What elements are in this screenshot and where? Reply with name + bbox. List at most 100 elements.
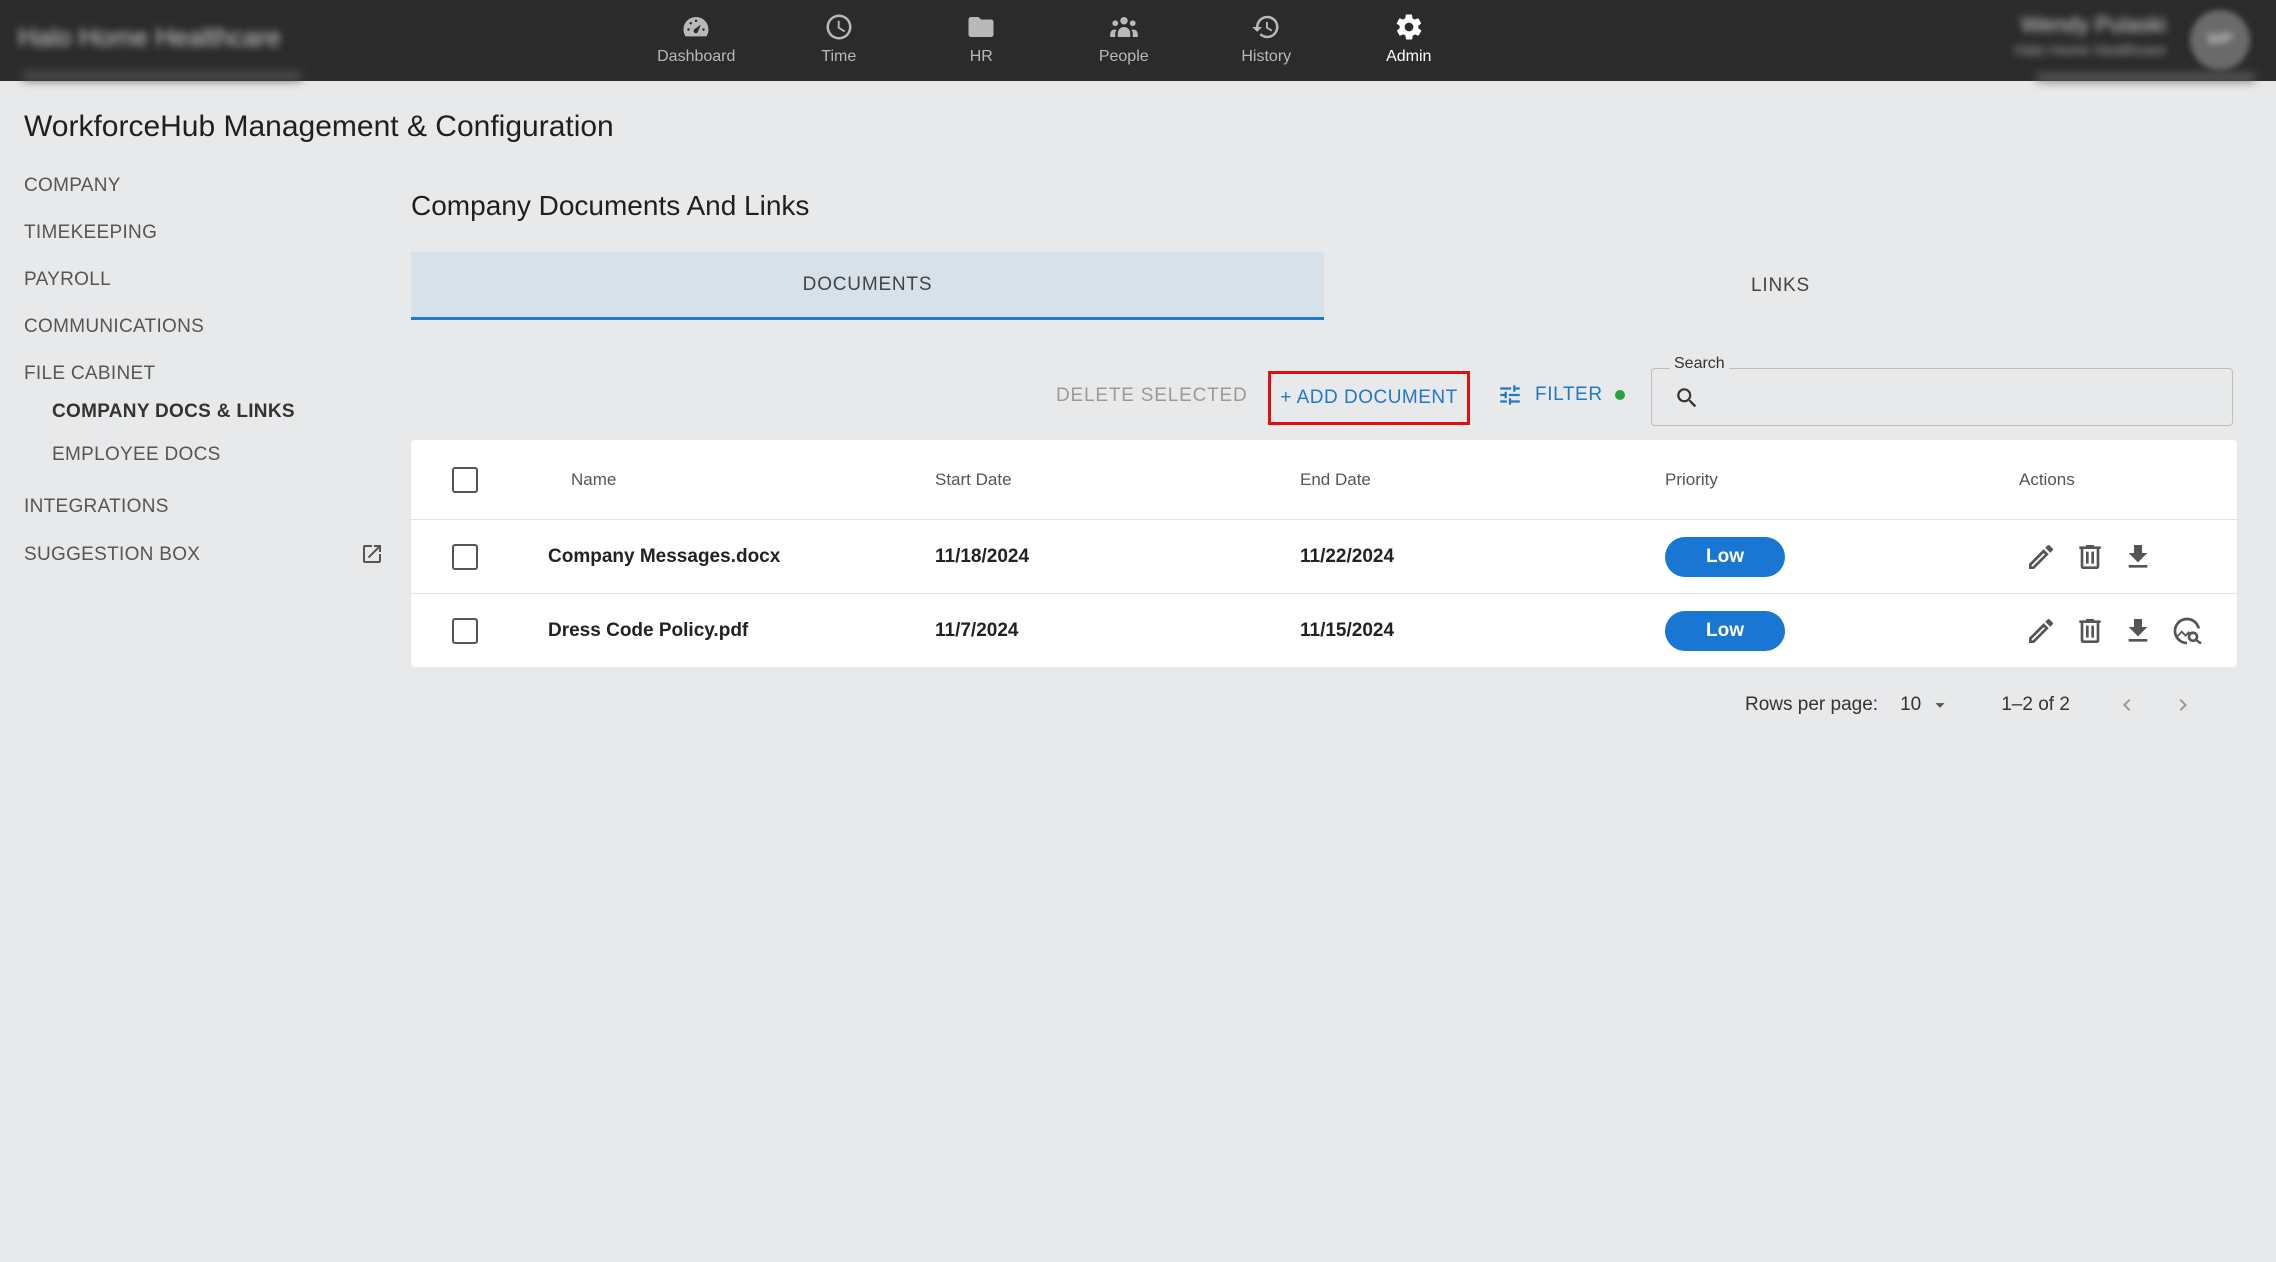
sidebar-item-label: COMMUNICATIONS bbox=[24, 316, 205, 337]
rows-per-page-select[interactable]: 10 bbox=[1900, 694, 1951, 716]
user-name: Wendy Pulaski bbox=[2020, 12, 2166, 37]
download-button[interactable] bbox=[2122, 541, 2154, 573]
nav-label: Time bbox=[821, 48, 857, 65]
sidebar-item-employee-docs[interactable]: EMPLOYEE DOCS bbox=[24, 444, 221, 466]
document-analytics-button[interactable] bbox=[2171, 615, 2203, 647]
sidebar-item-label: COMPANY bbox=[24, 175, 121, 196]
avatar[interactable]: WP bbox=[2190, 10, 2250, 70]
page-title: WorkforceHub Management & Configuration bbox=[24, 110, 614, 143]
search-input[interactable] bbox=[1712, 379, 2212, 415]
sidebar-item-label: EMPLOYEE DOCS bbox=[52, 444, 221, 465]
pagination: Rows per page: 10 1–2 of 2 bbox=[1745, 688, 2222, 722]
external-link-icon[interactable] bbox=[360, 542, 384, 566]
search-box bbox=[1651, 368, 2233, 426]
nav-history[interactable]: History bbox=[1195, 0, 1338, 81]
previous-page-button[interactable] bbox=[2110, 688, 2144, 722]
table-header-row: Name Start Date End Date Priority Action… bbox=[411, 440, 2237, 520]
column-header-start-date[interactable]: Start Date bbox=[935, 470, 1012, 490]
add-document-button[interactable]: + ADD DOCUMENT bbox=[1268, 371, 1470, 425]
nav-label: People bbox=[1098, 48, 1149, 65]
page-range: 1–2 of 2 bbox=[2001, 694, 2070, 715]
edit-button[interactable] bbox=[2025, 541, 2057, 573]
nav-admin[interactable]: Admin bbox=[1338, 0, 1481, 81]
trash-icon bbox=[2079, 544, 2101, 569]
trash-icon bbox=[2079, 618, 2101, 643]
rows-per-page-value: 10 bbox=[1900, 694, 1922, 715]
sidebar-item-company[interactable]: COMPANY bbox=[24, 175, 121, 197]
sidebar-item-label: FILE CABINET bbox=[24, 363, 156, 384]
nav-label: History bbox=[1241, 48, 1292, 65]
column-header-priority[interactable]: Priority bbox=[1665, 470, 1718, 490]
filter-button[interactable]: FILTER bbox=[1497, 382, 1625, 408]
rows-per-page-label: Rows per page: bbox=[1745, 694, 1879, 715]
nav-people[interactable]: People bbox=[1053, 0, 1196, 81]
nav-time[interactable]: Time bbox=[768, 0, 911, 81]
nav-label: Admin bbox=[1386, 48, 1432, 65]
sidebar-item-company-docs-links[interactable]: COMPANY DOCS & LINKS bbox=[24, 401, 295, 423]
filter-label: FILTER bbox=[1535, 384, 1603, 405]
brand-underline bbox=[22, 72, 302, 80]
delete-button[interactable] bbox=[2074, 541, 2106, 573]
select-all-checkbox[interactable] bbox=[452, 466, 478, 493]
delete-selected-button[interactable]: DELETE SELECTED bbox=[1056, 385, 1248, 407]
section-title: Company Documents And Links bbox=[411, 190, 810, 221]
search-label: Search bbox=[1670, 355, 1729, 373]
sidebar-item-timekeeping[interactable]: TIMEKEEPING bbox=[24, 222, 157, 244]
nav-label: HR bbox=[969, 48, 993, 65]
tab-bar: DOCUMENTS LINKS bbox=[411, 252, 2237, 320]
download-button[interactable] bbox=[2122, 615, 2154, 647]
main-nav: Dashboard Time HR People History Admin bbox=[625, 0, 1480, 81]
documents-table: Name Start Date End Date Priority Action… bbox=[411, 440, 2237, 667]
delete-button[interactable] bbox=[2074, 615, 2106, 647]
edit-button[interactable] bbox=[2025, 615, 2057, 647]
tab-label: DOCUMENTS bbox=[802, 273, 933, 295]
user-company: Halo Home Healthcare bbox=[2014, 42, 2166, 59]
sidebar-item-label: PAYROLL bbox=[24, 269, 111, 290]
table-row[interactable]: Company Messages.docx 11/18/2024 11/22/2… bbox=[411, 520, 2237, 594]
priority-badge[interactable]: Low bbox=[1665, 610, 1785, 651]
sidebar-item-file-cabinet[interactable]: FILE CABINET bbox=[24, 363, 155, 385]
end-date: 11/15/2024 bbox=[1300, 619, 1395, 641]
tab-links[interactable]: LINKS bbox=[1324, 252, 2237, 320]
analytics-search-icon bbox=[2173, 617, 2202, 644]
sidebar-item-payroll[interactable]: PAYROLL bbox=[24, 269, 111, 291]
start-date: 11/7/2024 bbox=[935, 619, 1019, 641]
start-date: 11/18/2024 bbox=[935, 545, 1030, 567]
gear-icon bbox=[1396, 14, 1422, 40]
user-info[interactable]: Wendy Pulaski Halo Home Healthcare bbox=[2014, 12, 2166, 59]
nav-label: Dashboard bbox=[657, 48, 736, 65]
sidebar-item-label: COMPANY DOCS & LINKS bbox=[52, 401, 295, 422]
pencil-icon bbox=[2029, 544, 2053, 569]
toolbar: DELETE SELECTED + ADD DOCUMENT FILTER Se… bbox=[411, 355, 2237, 426]
tab-documents[interactable]: DOCUMENTS bbox=[411, 252, 1324, 320]
sidebar-item-communications[interactable]: COMMUNICATIONS bbox=[24, 316, 204, 338]
row-checkbox[interactable] bbox=[452, 543, 478, 570]
download-icon bbox=[2128, 618, 2148, 642]
column-header-actions: Actions bbox=[2019, 469, 2075, 489]
sidebar-item-integrations[interactable]: INTEGRATIONS bbox=[24, 496, 169, 518]
column-header-end-date[interactable]: End Date bbox=[1300, 470, 1371, 490]
end-date: 11/22/2024 bbox=[1300, 545, 1395, 567]
tab-label: LINKS bbox=[1751, 275, 1810, 296]
nav-dashboard[interactable]: Dashboard bbox=[625, 0, 768, 81]
chevron-left-icon bbox=[2122, 699, 2131, 711]
dashboard-icon bbox=[683, 17, 709, 37]
sidebar-item-suggestion-box[interactable]: SUGGESTION BOX bbox=[24, 544, 384, 566]
document-name: Company Messages.docx bbox=[548, 545, 781, 567]
priority-badge[interactable]: Low bbox=[1665, 536, 1785, 577]
pencil-icon bbox=[2029, 618, 2053, 643]
filter-active-dot bbox=[1614, 390, 1625, 400]
sidebar-item-label: SUGGESTION BOX bbox=[24, 544, 201, 565]
table-row[interactable]: Dress Code Policy.pdf 11/7/2024 11/15/20… bbox=[411, 594, 2237, 667]
nav-hr[interactable]: HR bbox=[910, 0, 1053, 81]
user-underline bbox=[2036, 74, 2256, 81]
folder-icon bbox=[968, 17, 994, 37]
download-icon bbox=[2128, 544, 2148, 568]
row-checkbox[interactable] bbox=[452, 617, 478, 644]
column-header-name[interactable]: Name bbox=[571, 470, 616, 490]
history-icon bbox=[1252, 15, 1279, 39]
brand-name: Halo Home Healthcare bbox=[18, 22, 282, 52]
search-icon bbox=[1677, 388, 1697, 408]
next-page-button[interactable] bbox=[2166, 688, 2200, 722]
document-name: Dress Code Policy.pdf bbox=[548, 619, 749, 641]
